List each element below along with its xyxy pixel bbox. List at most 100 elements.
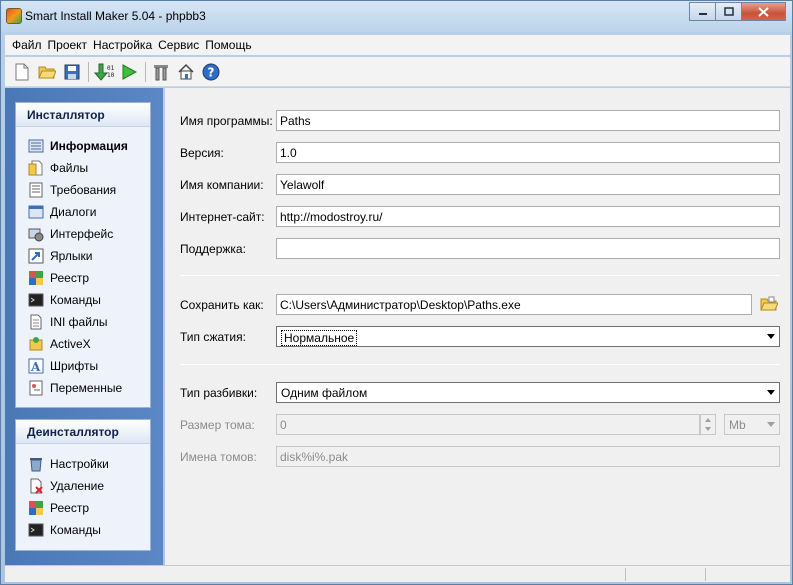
save-as-field[interactable]: C:\Users\Администратор\Desktop\Paths.exe — [276, 294, 752, 315]
section-divider — [180, 364, 780, 365]
nav-item-label: Переменные — [50, 381, 123, 395]
menu-file[interactable]: Файл — [9, 38, 45, 52]
open-folder-icon — [38, 66, 56, 78]
support-field[interactable] — [276, 238, 780, 259]
nav-item-commands[interactable]: Команды — [16, 289, 150, 311]
nav-item-registry[interactable]: Реестр — [16, 267, 150, 289]
nav-item-uninstall-delete[interactable]: Удаление — [16, 475, 150, 497]
close-button[interactable] — [741, 2, 786, 21]
volume-size-stepper[interactable] — [700, 414, 716, 435]
maximize-button[interactable] — [715, 2, 742, 21]
help-button[interactable]: ? — [200, 61, 222, 83]
nav-item-requirements[interactable]: Требования — [16, 179, 150, 201]
menu-help[interactable]: Помощь — [202, 38, 254, 52]
volume-unit-value: Mb — [729, 418, 746, 432]
split-type-select[interactable]: Одним файлом — [276, 382, 780, 403]
run-icon — [122, 63, 137, 80]
nav-item-label: Удаление — [50, 479, 105, 493]
nav-item-dialogs[interactable]: Диалоги — [16, 201, 150, 223]
status-bar — [5, 565, 790, 582]
commands-icon — [28, 292, 44, 308]
nav-item-files[interactable]: Файлы — [16, 157, 150, 179]
nav-item-interface[interactable]: Интерфейс — [16, 223, 150, 245]
volume-names-field[interactable]: disk%i%.pak — [276, 446, 780, 467]
fonts-icon: A — [28, 358, 44, 374]
section-divider — [180, 275, 780, 276]
title-bar[interactable]: Smart Install Maker 5.04 - phpbb3 — [1, 1, 792, 32]
toolbar-separator — [145, 61, 146, 82]
nav-item-label: Интерфейс — [50, 227, 114, 241]
nav-item-shortcuts[interactable]: Ярлыки — [16, 245, 150, 267]
nav-item-label: Требования — [50, 183, 117, 197]
status-divider — [705, 568, 706, 581]
browse-folder-icon — [760, 296, 778, 311]
menu-project[interactable]: Проект — [45, 38, 91, 52]
nav-item-fonts[interactable]: A Шрифты — [16, 355, 150, 377]
volume-unit-select[interactable]: Mb — [724, 414, 780, 435]
nav-item-uninstall-settings[interactable]: Настройки — [16, 453, 150, 475]
nav-item-uninstall-registry[interactable]: Реестр — [16, 497, 150, 519]
volume-size-label: Размер тома: — [180, 418, 255, 432]
svg-text:10: 10 — [107, 72, 114, 79]
installer-group: Инсталлятор Информация Файлы Требования … — [15, 102, 151, 408]
version-label: Версия: — [180, 146, 224, 160]
menu-settings[interactable]: Настройка — [90, 38, 155, 52]
settings-icon — [28, 456, 44, 472]
uninstaller-group-title: Деинсталлятор — [16, 420, 150, 444]
company-label: Имя компании: — [180, 178, 264, 192]
window-title: Smart Install Maker 5.04 - phpbb3 — [25, 9, 206, 23]
save-as-label: Сохранить как: — [180, 298, 264, 312]
nav-item-variables[interactable]: Переменные — [16, 377, 150, 399]
new-file-icon — [15, 63, 29, 80]
dialogs-icon — [28, 204, 44, 220]
nav-item-uninstall-commands[interactable]: Команды — [16, 519, 150, 541]
stepper-down-icon — [705, 427, 711, 431]
volume-names-label: Имена томов: — [180, 450, 257, 464]
program-name-field[interactable]: Paths — [276, 110, 780, 131]
svg-text:01: 01 — [107, 65, 114, 72]
chevron-down-icon — [767, 422, 775, 427]
split-type-value: Одним файлом — [281, 386, 368, 400]
toolbar: 01 10 ? — [5, 57, 790, 87]
volume-size-field[interactable]: 0 — [276, 414, 700, 435]
open-button[interactable] — [36, 61, 58, 83]
home-icon — [178, 63, 194, 79]
menu-service[interactable]: Сервис — [155, 38, 202, 52]
window-controls — [689, 2, 786, 21]
chevron-down-icon — [767, 334, 775, 339]
website-field[interactable]: http://modostroy.ru/ — [276, 206, 780, 227]
nav-item-ini-files[interactable]: INI файлы — [16, 311, 150, 333]
delete-icon — [28, 478, 44, 494]
run-button[interactable] — [118, 61, 140, 83]
browse-button[interactable] — [759, 294, 779, 314]
company-field[interactable]: Yelawolf — [276, 174, 780, 195]
nav-item-information[interactable]: Информация — [16, 135, 150, 157]
program-name-label: Имя программы: — [180, 114, 273, 128]
compression-select[interactable]: Нормальное — [276, 326, 780, 347]
close-icon — [758, 6, 769, 17]
nav-item-label: Шрифты — [50, 359, 99, 373]
save-icon — [64, 64, 80, 79]
app-window: Smart Install Maker 5.04 - phpbb3 Файл П… — [0, 0, 793, 585]
uninstaller-group: Деинсталлятор Настройки Удаление Реестр … — [15, 419, 151, 551]
save-button[interactable] — [61, 61, 83, 83]
maximize-icon — [723, 7, 734, 16]
nav-item-activex[interactable]: ActiveX — [16, 333, 150, 355]
minimize-button[interactable] — [689, 2, 716, 21]
toolbar-separator — [88, 61, 89, 82]
stepper-up-icon — [705, 418, 711, 422]
compile-icon: 0110 — [94, 63, 114, 81]
shortcuts-icon — [28, 248, 44, 264]
navigation-panel: Инсталлятор Информация Файлы Требования … — [5, 88, 163, 565]
files-icon — [28, 160, 44, 176]
version-field[interactable]: 1.0 — [276, 142, 780, 163]
interface-icon — [28, 226, 44, 242]
main-content: Имя программы: Paths Версия: 1.0 Имя ком… — [165, 88, 790, 565]
home-button[interactable] — [175, 61, 197, 83]
new-button[interactable] — [11, 61, 33, 83]
nav-item-label: INI файлы — [50, 315, 108, 329]
tools-button[interactable] — [150, 61, 172, 83]
svg-text:?: ? — [208, 65, 215, 79]
compile-button[interactable]: 01 10 — [93, 61, 115, 83]
installer-group-title: Инсталлятор — [16, 103, 150, 127]
